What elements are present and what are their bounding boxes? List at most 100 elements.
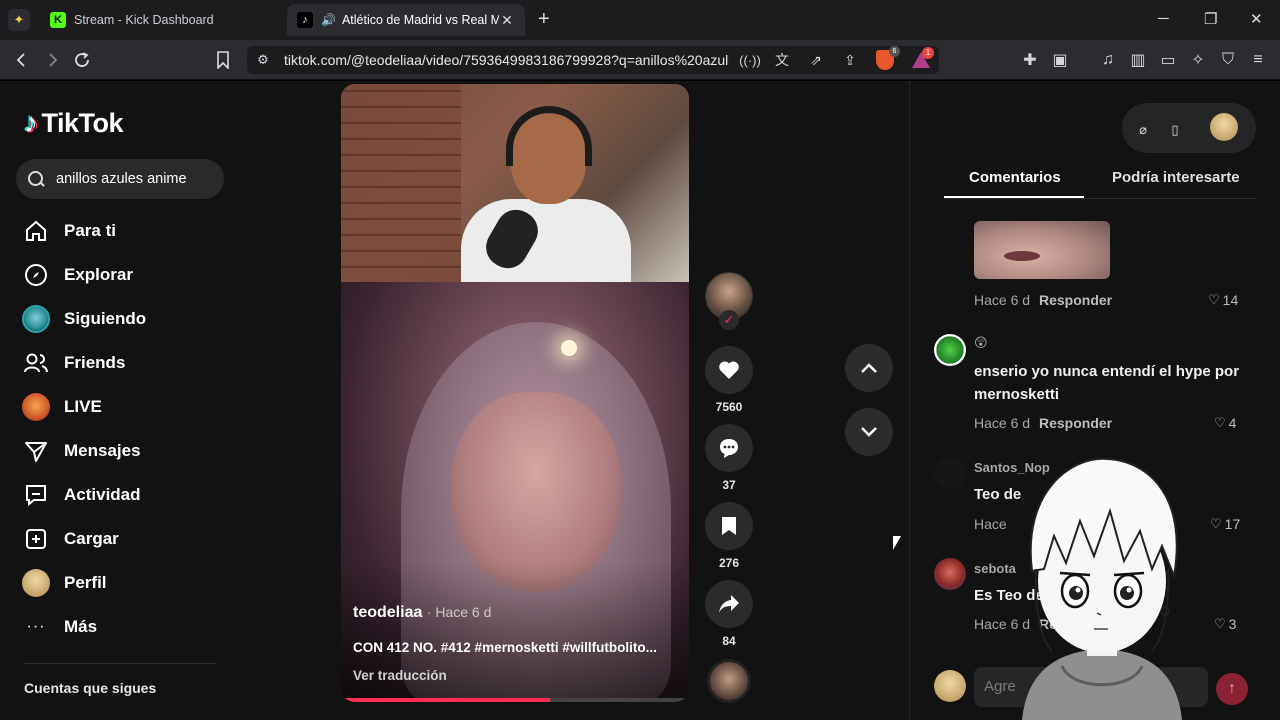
sidebar-item-cargar[interactable]: Cargar <box>22 523 222 555</box>
sidebar-item-label: Perfil <box>64 573 107 592</box>
activity-icon <box>22 481 50 509</box>
restore-button[interactable]: ❐ <box>1204 10 1217 28</box>
search-icon[interactable] <box>26 169 46 189</box>
tab-podria-interesarte[interactable]: Podría interesarte <box>1112 169 1240 186</box>
comment-like-button[interactable]: ♡ 4 <box>1214 415 1236 431</box>
url-text[interactable]: tiktok.com/@teodeliaa/video/759364998318… <box>284 52 729 68</box>
music-disc-avatar[interactable] <box>707 659 751 703</box>
share-icon[interactable]: ⇪ <box>840 50 860 70</box>
reply-button[interactable]: Responder <box>1039 415 1112 431</box>
site-info-icon[interactable]: ⚙ <box>253 50 273 70</box>
sidebar-item-mas[interactable]: ··· Más <box>22 611 222 643</box>
video-progress-fill <box>341 698 550 702</box>
close-tab-icon[interactable]: ✕ <box>499 12 515 29</box>
search-input[interactable] <box>56 171 216 187</box>
browser-tab-kick[interactable]: K Stream - Kick Dashboard <box>40 4 286 36</box>
comment-image[interactable] <box>974 221 1110 279</box>
search-box[interactable] <box>16 159 224 199</box>
sidebar-item-explorar[interactable]: Explorar <box>22 259 222 291</box>
new-tab-button[interactable]: + <box>538 9 550 29</box>
audio-playing-icon[interactable]: 🔊 <box>321 13 336 27</box>
reply-button[interactable]: Responder <box>1039 292 1112 308</box>
comment-emoji: 😲 <box>974 335 988 350</box>
comment-button[interactable] <box>705 424 753 472</box>
video-player[interactable]: teodeliaa · Hace 6 d CON 412 NO. #412 #m… <box>341 84 689 702</box>
podcast-icon[interactable]: ((·)) <box>739 50 761 70</box>
sidebar-item-label: Para ti <box>64 221 116 240</box>
send-comment-button[interactable]: ↑ <box>1216 673 1248 705</box>
minimize-button[interactable]: ─ <box>1158 10 1169 27</box>
sidebar-item-actividad[interactable]: Actividad <box>22 479 222 511</box>
extensions-icon[interactable]: ✚ <box>1020 50 1040 70</box>
streamer-camera-image <box>341 84 689 289</box>
comment-text-line: mernosketti <box>974 386 1060 403</box>
leo-ai-icon[interactable]: ✧ <box>1188 50 1208 70</box>
commenter-avatar[interactable] <box>934 334 966 366</box>
sidebar-item-siguiendo[interactable]: Siguiendo <box>22 303 222 335</box>
device-icon[interactable]: ▯ <box>1165 120 1185 140</box>
sidebar-toggle-icon[interactable]: ▥ <box>1128 50 1148 70</box>
upload-icon <box>22 525 50 553</box>
commenter-avatar[interactable] <box>934 558 966 590</box>
sidebar-item-label: Siguiendo <box>64 309 147 328</box>
arrow-up-icon: ↑ <box>1228 680 1236 697</box>
vpn-icon[interactable]: ⛉ <box>1218 50 1238 70</box>
mouse-cursor <box>892 535 901 551</box>
sidebar-item-para-ti[interactable]: Para ti <box>22 215 222 247</box>
menu-icon[interactable]: ≡ <box>1248 50 1268 70</box>
previous-video-button[interactable] <box>845 344 893 392</box>
user-avatar[interactable] <box>1210 113 1238 141</box>
media-icon[interactable]: ♫ <box>1098 50 1118 70</box>
post-time: · Hace 6 d <box>426 604 492 620</box>
sidebar-item-label: LIVE <box>64 397 102 416</box>
following-avatar-icon <box>22 305 50 333</box>
sidebar-item-label: Actividad <box>64 485 141 504</box>
comment-text: enserio yo nunca entendí el hype por mer… <box>974 360 1250 406</box>
comment-like-button[interactable]: ♡ 3 <box>1214 616 1236 632</box>
video-author[interactable]: teodeliaa · Hace 6 d <box>353 604 491 622</box>
save-button[interactable] <box>705 502 753 550</box>
share-button[interactable] <box>705 580 753 628</box>
kick-favicon-icon: K <box>50 12 66 28</box>
tiktok-logo[interactable]: ♪ TikTok <box>24 107 124 139</box>
vtuber-avatar-overlay <box>1022 457 1182 720</box>
forward-icon[interactable] <box>42 50 62 70</box>
bookmark-icon[interactable] <box>213 50 233 70</box>
video-caption[interactable]: CON 412 NO. #412 #mernosketti #willfutbo… <box>353 640 679 655</box>
commenter-avatar[interactable] <box>934 457 966 489</box>
share-count: 84 <box>722 634 736 648</box>
tab-title: Stream - Kick Dashboard <box>74 13 214 27</box>
friends-icon <box>22 349 50 377</box>
close-window-button[interactable]: ✕ <box>1250 10 1263 28</box>
tiktok-note-icon: ♪ <box>24 107 38 138</box>
translate-link[interactable]: Ver traducción <box>353 668 447 683</box>
browser-menu-icon[interactable]: ✦ <box>8 9 30 31</box>
screenshot-icon[interactable]: ▣ <box>1050 50 1070 70</box>
comment-like-button[interactable]: ♡ 14 <box>1208 292 1238 308</box>
sidebar-item-label: Cargar <box>64 529 119 548</box>
comment-like-count: 3 <box>1228 616 1237 632</box>
sidebar-item-perfil[interactable]: Perfil <box>22 567 222 599</box>
back-icon[interactable] <box>12 50 32 70</box>
browser-tab-strip: ✦ K Stream - Kick Dashboard ♪ 🔊 Atlético… <box>0 0 1280 40</box>
heart-outline-icon: ♡ <box>1208 292 1220 307</box>
translate-icon[interactable]: 文 <box>772 50 792 70</box>
next-video-button[interactable] <box>845 408 893 456</box>
sidebar-item-live[interactable]: LIVE <box>22 391 222 423</box>
comment-like-button[interactable]: ♡ 17 <box>1210 516 1240 532</box>
profile-avatar-icon <box>22 569 50 597</box>
tab-comentarios[interactable]: Comentarios <box>969 169 1061 186</box>
like-button[interactable] <box>705 346 753 394</box>
author-name[interactable]: teodeliaa <box>353 604 422 621</box>
wallet-icon[interactable]: ▭ <box>1158 50 1178 70</box>
browser-tab-tiktok[interactable]: ♪ 🔊 Atlético de Madrid vs Real Madrid ✕ <box>287 4 525 36</box>
sidebar-item-mensajes[interactable]: Mensajes <box>22 435 222 467</box>
open-external-icon[interactable]: ⇗ <box>806 50 826 70</box>
rewards-count-badge: 1 <box>922 47 934 59</box>
video-progress-bar[interactable] <box>341 698 689 702</box>
coin-icon[interactable]: ⌀ <box>1133 120 1153 140</box>
reload-icon[interactable] <box>72 50 92 70</box>
sidebar-item-friends[interactable]: Friends <box>22 347 222 379</box>
followed-check-icon[interactable]: ✓ <box>719 310 739 330</box>
shield-count-badge: 6 <box>889 46 900 57</box>
